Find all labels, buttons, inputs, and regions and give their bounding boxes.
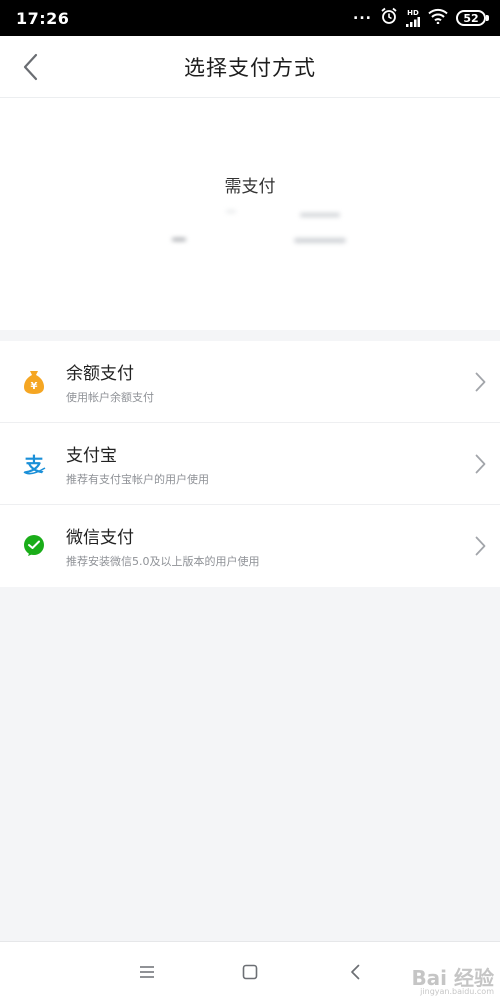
alarm-icon xyxy=(380,7,398,29)
menu-icon xyxy=(140,965,154,978)
hd-signal-icon: HD xyxy=(406,8,420,27)
back-triangle-icon xyxy=(351,964,360,979)
wechat-pay-icon xyxy=(0,534,66,558)
method-description: 推荐安装微信5.0及以上版本的用户使用 xyxy=(66,555,260,568)
status-icons: ... HD 52 xyxy=(353,7,489,29)
status-bar: 17:26 ... HD 52 xyxy=(0,0,500,36)
chevron-right-icon xyxy=(460,536,500,556)
chevron-right-icon xyxy=(460,454,500,474)
header-bar: 选择支付方式 xyxy=(0,36,500,98)
menu-button[interactable] xyxy=(122,942,172,1000)
system-nav-bar: Bai 经验 jingyan.baidu.com xyxy=(0,941,500,1000)
more-dots-icon: ... xyxy=(353,7,372,23)
method-name: 微信支付 xyxy=(66,528,134,548)
payment-method-alipay[interactable]: 支 支付宝 推荐有支付宝帐户的用户使用 xyxy=(0,423,500,505)
svg-text:¥: ¥ xyxy=(31,381,38,392)
system-back-button[interactable] xyxy=(330,942,380,1000)
hd-label: HD xyxy=(407,8,419,17)
wifi-icon xyxy=(428,8,448,28)
watermark-url: jingyan.baidu.com xyxy=(420,987,494,996)
status-time: 17:26 xyxy=(16,8,70,28)
payment-method-list: ¥ 余额支付 使用帐户余额支付 支 支付宝 推荐有支付宝帐户的用户使用 微信支付… xyxy=(0,341,500,587)
amount-card: 需支付 xyxy=(0,98,500,330)
back-button[interactable] xyxy=(10,44,50,90)
method-name: 余额支付 xyxy=(66,363,134,384)
home-button[interactable] xyxy=(225,942,275,1000)
method-name: 支付宝 xyxy=(66,445,117,466)
page-title: 选择支付方式 xyxy=(184,55,316,80)
method-description: 使用帐户余额支付 xyxy=(66,390,154,404)
money-bag-icon: ¥ xyxy=(0,369,66,395)
payment-method-balance[interactable]: ¥ 余额支付 使用帐户余额支付 xyxy=(0,341,500,423)
amount-label: 需支付 xyxy=(224,177,276,197)
battery-icon: 52 xyxy=(456,10,489,26)
chevron-right-icon xyxy=(460,372,500,392)
alipay-icon: 支 xyxy=(0,451,66,477)
payment-method-wechat[interactable]: 微信支付 推荐安装微信5.0及以上版本的用户使用 xyxy=(0,505,500,587)
baidu-jingyan-watermark: Bai 经验 jingyan.baidu.com xyxy=(411,968,494,996)
chevron-left-icon xyxy=(23,53,38,81)
home-square-icon xyxy=(242,964,258,979)
method-description: 推荐有支付宝帐户的用户使用 xyxy=(66,472,209,486)
